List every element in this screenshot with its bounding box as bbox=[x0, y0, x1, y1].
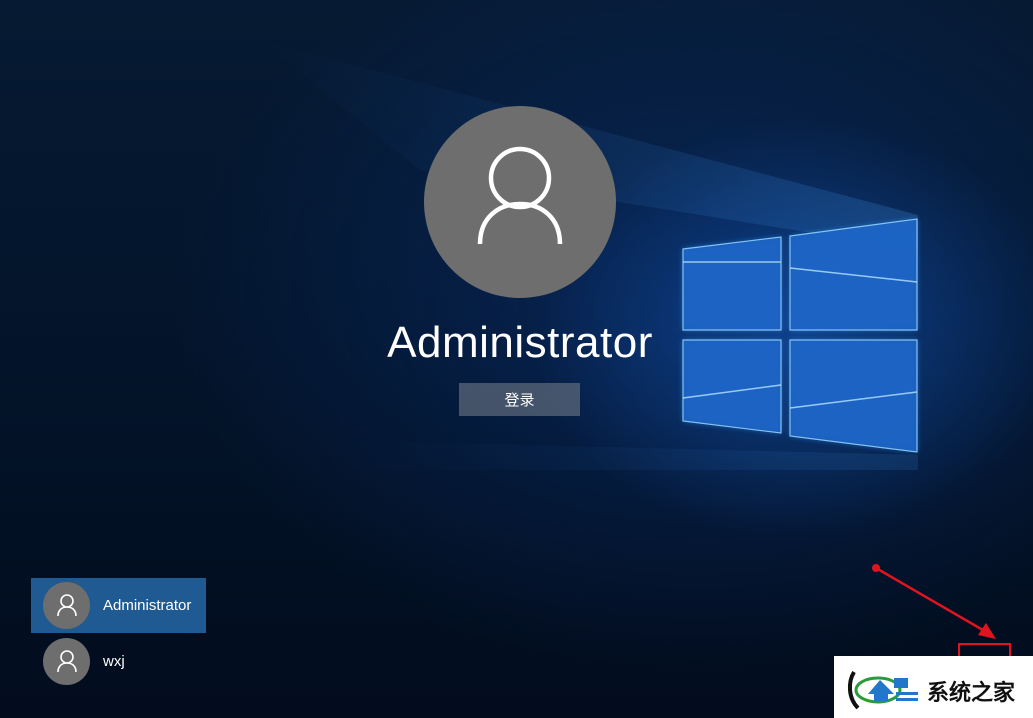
sign-in-button[interactable]: 登录 bbox=[459, 383, 580, 416]
user-tile-wxj[interactable]: wxj bbox=[31, 634, 206, 689]
selected-username: Administrator bbox=[387, 318, 653, 367]
user-tile-administrator[interactable]: Administrator bbox=[31, 578, 206, 633]
user-tile-label: wxj bbox=[103, 653, 125, 670]
watermark-text: 系统之家 bbox=[927, 681, 1016, 706]
user-avatar bbox=[43, 582, 90, 629]
user-icon bbox=[57, 594, 77, 617]
user-avatar bbox=[43, 638, 90, 685]
user-icon bbox=[57, 650, 77, 673]
user-avatar-large bbox=[424, 106, 616, 298]
user-icon bbox=[477, 146, 563, 245]
user-tile-label: Administrator bbox=[103, 597, 192, 614]
